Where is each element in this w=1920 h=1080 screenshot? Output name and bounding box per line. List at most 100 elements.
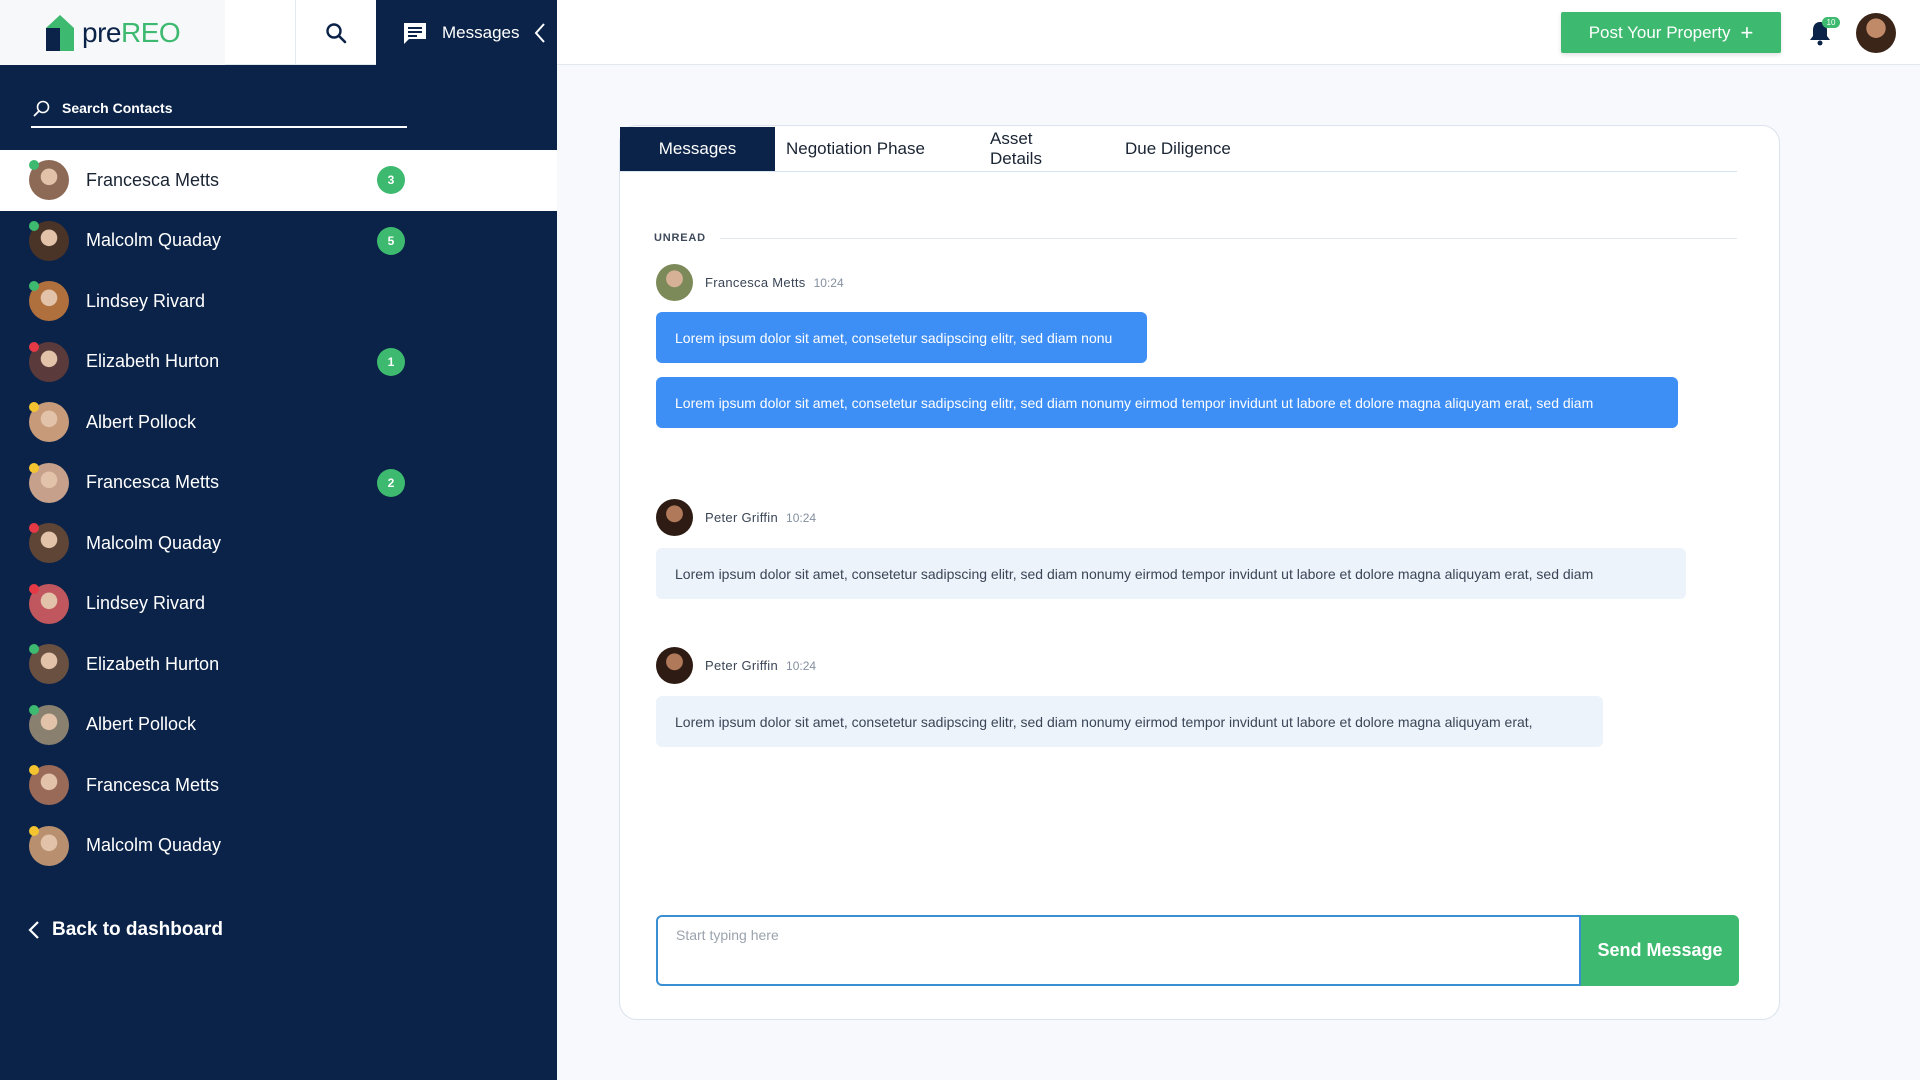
unread-count-badge: 3 (377, 166, 405, 195)
contact-name: Elizabeth Hurton (86, 653, 220, 674)
contact-item[interactable]: Malcolm Quaday 5 (0, 211, 557, 272)
contact-list: Francesca Metts 3 Malcolm Quaday 5 Lindsey R… (0, 150, 557, 876)
unread-count-badge: 1 (377, 347, 405, 376)
unread-label: UNREAD (654, 232, 706, 244)
contact-item[interactable]: Albert Pollock (0, 695, 557, 756)
contact-avatar (29, 220, 69, 261)
status-dot (29, 462, 39, 473)
status-dot (29, 341, 39, 352)
message-header: Peter Griffin 10:24 (656, 499, 816, 536)
status-dot (29, 220, 39, 231)
contact-name: Francesca Metts (86, 169, 220, 190)
contact-item[interactable]: Lindsey Rivard (0, 271, 557, 332)
search-contacts-label: Search Contacts (62, 100, 173, 116)
contact-name: Malcolm Quaday (86, 532, 222, 553)
chevron-left-icon[interactable] (533, 22, 547, 44)
sender-name: Francesca Metts (705, 275, 806, 290)
sender-avatar (656, 647, 693, 684)
contacts-sidebar: Search Contacts Francesca Metts 3 Malcolm … (0, 65, 557, 1080)
message-time: 10:24 (813, 275, 844, 290)
sender-name: Peter Griffin (705, 510, 779, 525)
message-bubble: Lorem ipsum dolor sit amet, consetetur s… (656, 548, 1686, 599)
logo-text: preREO (82, 16, 181, 48)
status-dot (29, 523, 39, 534)
unread-count-badge: 5 (377, 226, 405, 255)
contact-item[interactable]: Malcolm Quaday (0, 513, 557, 574)
status-dot (29, 765, 39, 776)
top-bar: preREO Messages Post Your Property + 10 (0, 0, 1920, 65)
contact-avatar (29, 825, 69, 866)
contact-name: Albert Pollock (86, 714, 197, 735)
contact-name: Malcolm Quaday (86, 230, 222, 251)
sender-avatar (656, 264, 693, 301)
contact-item[interactable]: Francesca Metts 3 (0, 150, 557, 211)
user-avatar[interactable] (1856, 13, 1896, 53)
contact-name: Lindsey Rivard (86, 290, 206, 311)
contact-avatar (29, 402, 69, 443)
status-dot (29, 281, 39, 292)
logo-icon (44, 14, 76, 51)
unread-count-badge: 2 (377, 468, 405, 497)
logo[interactable]: preREO (0, 0, 225, 65)
message-input[interactable] (656, 915, 1581, 986)
contact-name: Albert Pollock (86, 411, 197, 432)
notification-badge: 10 (1822, 17, 1840, 28)
back-to-dashboard-link[interactable]: Back to dashboard (28, 919, 223, 941)
contact-avatar (29, 644, 69, 685)
contact-item[interactable]: Francesca Metts 2 (0, 453, 557, 514)
sender-name: Peter Griffin (705, 658, 779, 673)
contact-avatar (29, 583, 69, 624)
messages-panel-toggle[interactable]: Messages (376, 0, 557, 65)
conversation-tabs: Messages Negotiation Phase Asset Details… (620, 127, 1737, 172)
message-header: Peter Griffin 10:24 (656, 647, 816, 684)
contact-avatar (29, 765, 69, 806)
contact-avatar (29, 704, 69, 745)
post-property-button[interactable]: Post Your Property + (1561, 12, 1781, 53)
tab-negotiation-phase[interactable]: Negotiation Phase (775, 127, 968, 171)
message-composer: Send Message (656, 915, 1739, 986)
sender-avatar (656, 499, 693, 536)
message-bubble: Lorem ipsum dolor sit amet, consetetur s… (656, 696, 1603, 747)
tab-asset-details[interactable]: Asset Details (968, 127, 1105, 171)
contact-avatar (29, 281, 69, 322)
status-dot (29, 825, 39, 836)
message-time: 10:24 (786, 658, 817, 673)
contact-avatar (29, 160, 69, 201)
status-dot (29, 402, 39, 413)
contact-item[interactable]: Lindsey Rivard (0, 574, 557, 635)
message-time: 10:24 (786, 510, 817, 525)
contact-item[interactable]: Elizabeth Hurton (0, 634, 557, 695)
contact-name: Lindsey Rivard (86, 593, 206, 614)
contact-item[interactable]: Albert Pollock (0, 392, 557, 453)
status-dot (29, 583, 39, 594)
contact-item[interactable]: Malcolm Quaday (0, 816, 557, 877)
contact-name: Malcolm Quaday (86, 835, 222, 856)
contact-avatar (29, 341, 69, 382)
contact-item[interactable]: Elizabeth Hurton 1 (0, 332, 557, 393)
conversation-card: Messages Negotiation Phase Asset Details… (619, 125, 1780, 1020)
tab-due-diligence[interactable]: Due Diligence (1105, 127, 1251, 171)
unread-divider: UNREAD (654, 232, 1737, 244)
back-to-dashboard-label: Back to dashboard (52, 919, 224, 940)
contact-name: Elizabeth Hurton (86, 351, 220, 372)
contact-name: Francesca Metts (86, 472, 220, 493)
contact-item[interactable]: Francesca Metts (0, 755, 557, 816)
search-contacts-field[interactable]: Search Contacts (31, 90, 407, 128)
chevron-left-icon (28, 921, 39, 939)
plus-icon: + (1740, 19, 1754, 45)
header-search-button[interactable] (295, 0, 376, 65)
contact-avatar (29, 523, 69, 564)
tab-messages[interactable]: Messages (620, 127, 775, 171)
post-property-label: Post Your Property (1588, 22, 1731, 42)
chat-icon (404, 22, 426, 44)
send-message-button[interactable]: Send Message (1581, 915, 1739, 986)
message-bubble: Lorem ipsum dolor sit amet, consetetur s… (656, 312, 1147, 363)
message-header: Francesca Metts 10:24 (656, 264, 844, 301)
message-bubble: Lorem ipsum dolor sit amet, consetetur s… (656, 377, 1678, 428)
status-dot (29, 644, 39, 655)
search-icon (33, 100, 50, 116)
contact-name: Francesca Metts (86, 774, 220, 795)
contact-avatar (29, 462, 69, 503)
search-icon (326, 22, 347, 43)
status-dot (29, 160, 39, 171)
